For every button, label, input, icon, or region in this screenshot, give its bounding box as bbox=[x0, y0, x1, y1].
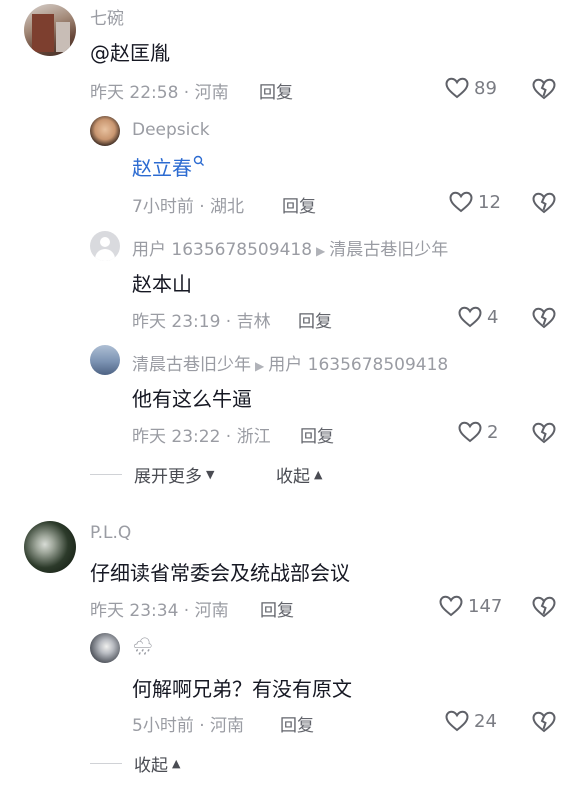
like-button[interactable]: 2 bbox=[457, 420, 498, 444]
reply-location: 浙江 bbox=[236, 427, 271, 447]
reply-text: 赵本山 bbox=[132, 272, 192, 296]
reply-time: 昨天 23:22 bbox=[132, 427, 221, 447]
heart-icon bbox=[458, 306, 482, 328]
reply-meta: 昨天 23:22 · 浙江 bbox=[132, 427, 271, 447]
avatar[interactable] bbox=[90, 345, 120, 375]
avatar[interactable] bbox=[24, 4, 76, 56]
reply-author[interactable]: 用户 1635678509418 bbox=[132, 240, 312, 260]
divider-line bbox=[90, 763, 122, 764]
heart-icon bbox=[449, 191, 473, 213]
reply-meta: 7小时前 · 湖北 bbox=[132, 197, 245, 217]
expand-more-label: 展开更多 bbox=[134, 467, 202, 487]
reply-time: 7小时前 bbox=[132, 197, 194, 217]
heart-icon bbox=[445, 710, 469, 732]
reply-button[interactable]: 回复 bbox=[298, 307, 332, 332]
reply-text: 何解啊兄弟？有没有原文 bbox=[132, 677, 352, 701]
reply-username: 清晨古巷旧少年 ▶ 用户 1635678509418 bbox=[132, 350, 448, 375]
chevron-down-icon: ▼ bbox=[206, 468, 215, 481]
like-count: 89 bbox=[474, 77, 497, 99]
reply-text: 赵立春 bbox=[132, 152, 205, 181]
like-button[interactable]: 12 bbox=[448, 190, 501, 214]
reply-username: 用户 1635678509418 ▶ 清晨古巷旧少年 bbox=[132, 235, 448, 260]
reply-button[interactable]: 回复 bbox=[300, 422, 334, 447]
reply-button[interactable]: 回复 bbox=[280, 711, 314, 736]
reply-text: 他有这么牛逼 bbox=[132, 387, 252, 411]
reply-meta: 昨天 23:19 · 吉林 bbox=[132, 312, 271, 332]
avatar[interactable] bbox=[24, 521, 76, 573]
reply-location: 河南 bbox=[210, 716, 245, 736]
comment-time: 昨天 23:34 bbox=[90, 601, 179, 621]
avatar[interactable] bbox=[90, 231, 120, 261]
like-count: 24 bbox=[474, 710, 497, 732]
reply-username[interactable]: Deepsick bbox=[132, 120, 210, 140]
reply-author[interactable]: 清晨古巷旧少年 bbox=[132, 355, 251, 375]
dislike-icon[interactable] bbox=[531, 595, 557, 619]
like-count: 2 bbox=[487, 421, 499, 443]
like-button[interactable]: 147 bbox=[438, 594, 502, 618]
chevron-up-icon: ▲ bbox=[172, 757, 181, 770]
comment-location: 河南 bbox=[194, 83, 229, 103]
reply-username[interactable]: 🌧 bbox=[132, 637, 154, 657]
chevron-up-icon: ▲ bbox=[314, 468, 323, 481]
search-icon[interactable] bbox=[193, 155, 205, 167]
like-count: 147 bbox=[468, 595, 503, 617]
reply-location: 湖北 bbox=[210, 197, 245, 217]
like-count: 4 bbox=[487, 306, 499, 328]
like-button[interactable]: 24 bbox=[444, 709, 497, 733]
reply-arrow-icon: ▶ bbox=[255, 359, 265, 373]
collapse-label: 收起 bbox=[134, 756, 168, 776]
like-button[interactable]: 4 bbox=[457, 305, 498, 329]
heart-icon bbox=[458, 421, 482, 443]
comment-meta: 昨天 22:58 · 河南 bbox=[90, 83, 229, 103]
avatar[interactable] bbox=[90, 116, 120, 146]
reply-location: 吉林 bbox=[236, 312, 271, 332]
dislike-icon[interactable] bbox=[531, 421, 557, 445]
reply-meta: 5小时前 · 河南 bbox=[132, 716, 245, 736]
dislike-icon[interactable] bbox=[531, 77, 557, 101]
comment-text: 仔细读省常委会及统战部会议 bbox=[90, 561, 350, 585]
reply-time: 昨天 23:19 bbox=[132, 312, 221, 332]
comment-text: @赵匡胤 bbox=[90, 41, 170, 65]
collapse-label: 收起 bbox=[276, 467, 310, 487]
comment-time: 昨天 22:58 bbox=[90, 83, 179, 103]
collapse-button[interactable]: 收起 ▲ bbox=[276, 462, 322, 487]
comment-username[interactable]: 七碗 bbox=[90, 4, 124, 29]
divider-line bbox=[90, 474, 122, 475]
reply-arrow-icon: ▶ bbox=[316, 244, 326, 258]
reply-target[interactable]: 清晨古巷旧少年 bbox=[329, 240, 448, 260]
comment-username[interactable]: P.L.Q bbox=[90, 523, 131, 543]
avatar[interactable] bbox=[90, 633, 120, 663]
reply-button[interactable]: 回复 bbox=[282, 192, 316, 217]
search-link[interactable]: 赵立春 bbox=[132, 156, 192, 180]
reply-button[interactable]: 回复 bbox=[260, 596, 294, 621]
comment-location: 河南 bbox=[194, 601, 229, 621]
reply-button[interactable]: 回复 bbox=[259, 78, 293, 103]
dislike-icon[interactable] bbox=[531, 710, 557, 734]
like-button[interactable]: 89 bbox=[444, 76, 497, 100]
like-count: 12 bbox=[478, 191, 501, 213]
heart-icon bbox=[439, 595, 463, 617]
reply-target[interactable]: 用户 1635678509418 bbox=[268, 355, 448, 375]
heart-icon bbox=[445, 77, 469, 99]
reply-time: 5小时前 bbox=[132, 716, 194, 736]
dislike-icon[interactable] bbox=[531, 191, 557, 215]
comment-meta: 昨天 23:34 · 河南 bbox=[90, 601, 229, 621]
dislike-icon[interactable] bbox=[531, 306, 557, 330]
expand-more-button[interactable]: 展开更多 ▼ bbox=[90, 462, 214, 487]
collapse-button[interactable]: 收起 ▲ bbox=[90, 751, 180, 776]
